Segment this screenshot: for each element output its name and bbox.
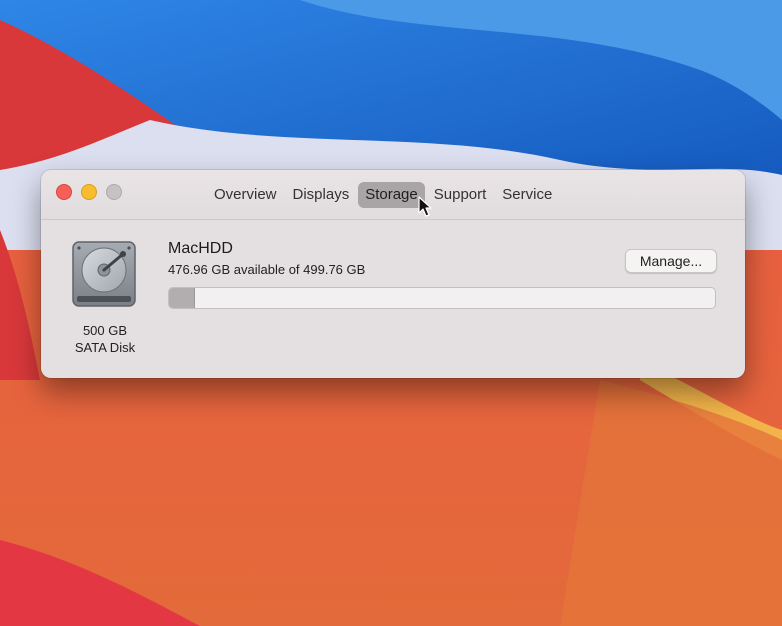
tab-overview[interactable]: Overview bbox=[207, 182, 284, 208]
tab-storage[interactable]: Storage bbox=[358, 182, 425, 208]
about-this-mac-window: Overview Displays Storage Support Servic… bbox=[41, 170, 745, 378]
disk-capacity: 500 GB bbox=[82, 323, 128, 338]
close-button[interactable] bbox=[56, 184, 72, 200]
mouse-pointer-icon bbox=[418, 196, 432, 217]
tab-bar: Overview Displays Storage Support Servic… bbox=[207, 182, 559, 208]
disk-availability: 476.96 GB available of 499.76 GB bbox=[168, 262, 366, 277]
tab-displays[interactable]: Displays bbox=[286, 182, 357, 208]
title-bar: Overview Displays Storage Support Servic… bbox=[41, 170, 745, 220]
hard-disk-icon bbox=[72, 241, 136, 307]
disk-name: MacHDD bbox=[168, 240, 233, 257]
tab-support[interactable]: Support bbox=[427, 182, 494, 208]
minimize-button[interactable] bbox=[81, 184, 97, 200]
manage-button[interactable]: Manage... bbox=[625, 249, 717, 273]
zoom-button[interactable] bbox=[106, 184, 122, 200]
storage-usage-fill bbox=[169, 288, 195, 308]
storage-usage-bar bbox=[168, 287, 716, 309]
tab-service[interactable]: Service bbox=[495, 182, 559, 208]
disk-type: SATA Disk bbox=[74, 340, 136, 355]
disk-capacity-label: 500 GB SATA Disk bbox=[61, 322, 149, 356]
